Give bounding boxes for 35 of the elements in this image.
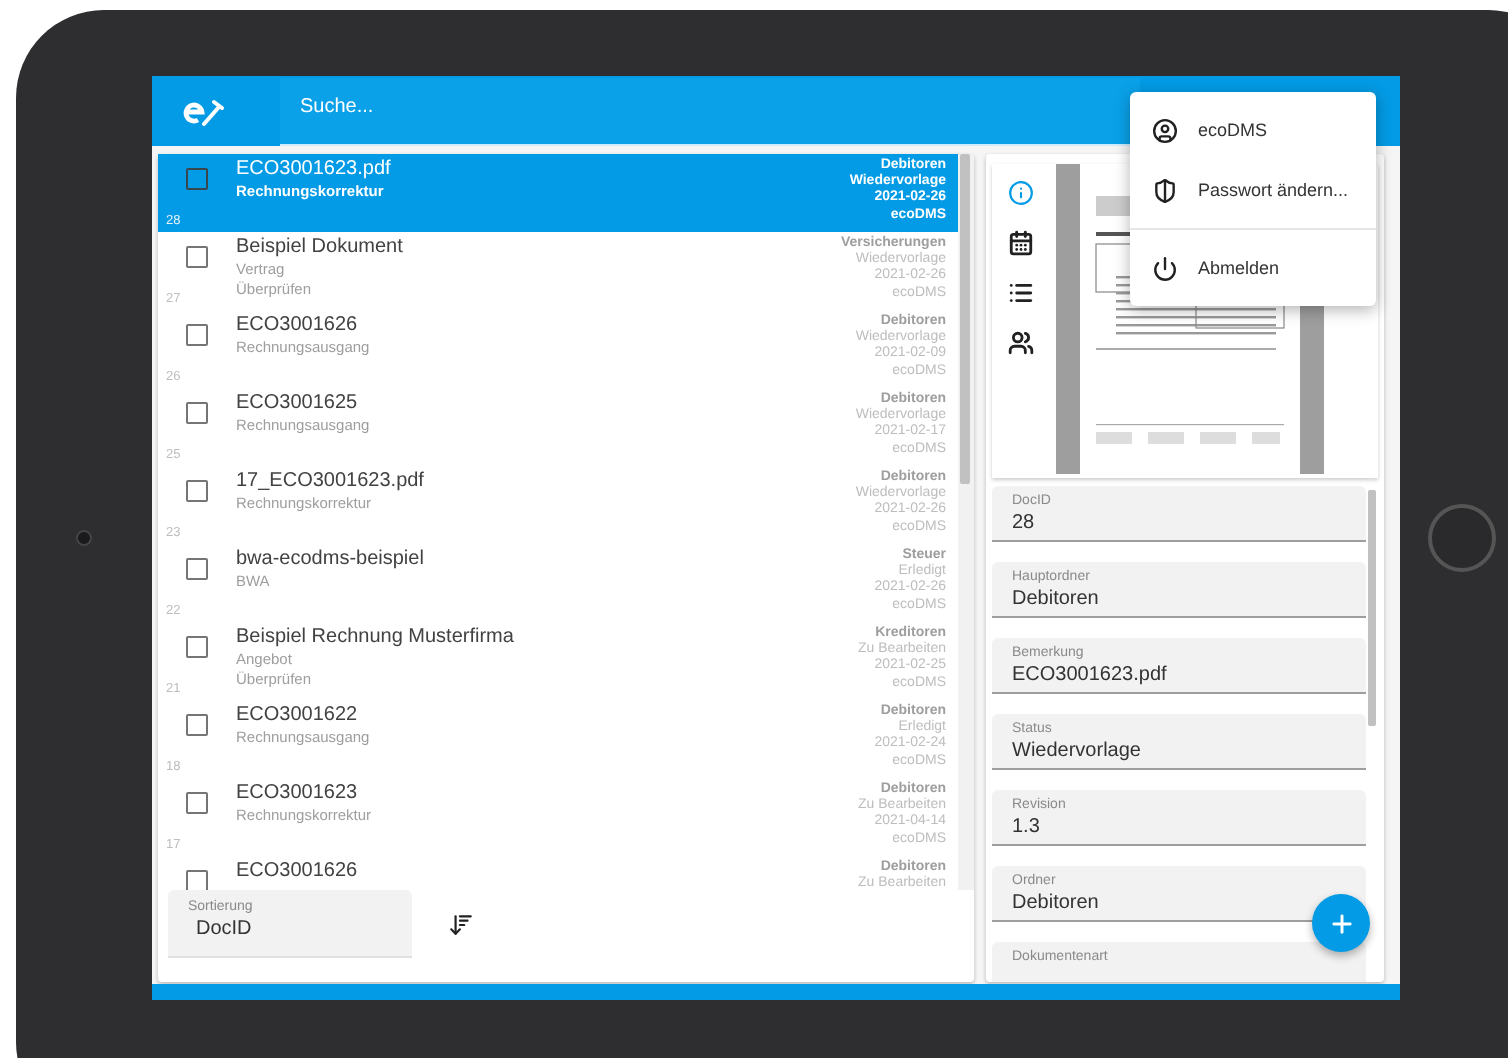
checkbox[interactable] — [186, 714, 208, 736]
document-title: ECO3001626 — [236, 314, 360, 338]
plus-icon — [1327, 909, 1355, 937]
user-icon — [1152, 117, 1178, 143]
password-icon — [1152, 177, 1178, 203]
checkbox[interactable] — [186, 168, 208, 190]
checkbox[interactable] — [186, 324, 208, 346]
checkbox[interactable] — [186, 792, 208, 814]
document-title: Beispiel Rechnung Musterfirma — [236, 626, 516, 650]
menu-item[interactable]: Passwort ändern... — [1130, 160, 1376, 220]
logout-icon — [1152, 255, 1178, 281]
document-title: bwa-ecodms-beispiel — [236, 548, 426, 572]
document-title: 17_ECO3001623.pdf — [236, 470, 426, 494]
scrollbar[interactable] — [1366, 486, 1378, 982]
checkbox[interactable] — [186, 402, 208, 424]
logo-icon — [180, 95, 224, 127]
checkbox[interactable] — [186, 558, 208, 580]
document-title: ECO3001623.pdf — [236, 158, 393, 182]
camera-dot — [76, 530, 92, 546]
menu-item[interactable]: Abmelden — [1130, 238, 1376, 298]
people-tab-icon[interactable] — [1007, 330, 1033, 356]
scrollbar[interactable] — [958, 154, 974, 890]
document-title: ECO3001622 — [236, 704, 360, 728]
document-title: Beispiel Dokument — [236, 236, 405, 260]
document-title: ECO3001626 — [236, 860, 360, 884]
calendar-tab-icon[interactable] — [1007, 230, 1033, 256]
list-tab-icon[interactable] — [1007, 280, 1033, 306]
checkbox[interactable] — [186, 246, 208, 268]
document-title: ECO3001625 — [236, 392, 360, 416]
search-field[interactable]: Suche... — [280, 77, 1140, 145]
checkbox[interactable] — [186, 480, 208, 502]
checkbox[interactable] — [186, 636, 208, 658]
info-tab-icon[interactable] — [1007, 180, 1033, 206]
sort-direction-icon[interactable] — [448, 911, 474, 937]
document-title: ECO3001623 — [236, 782, 360, 806]
